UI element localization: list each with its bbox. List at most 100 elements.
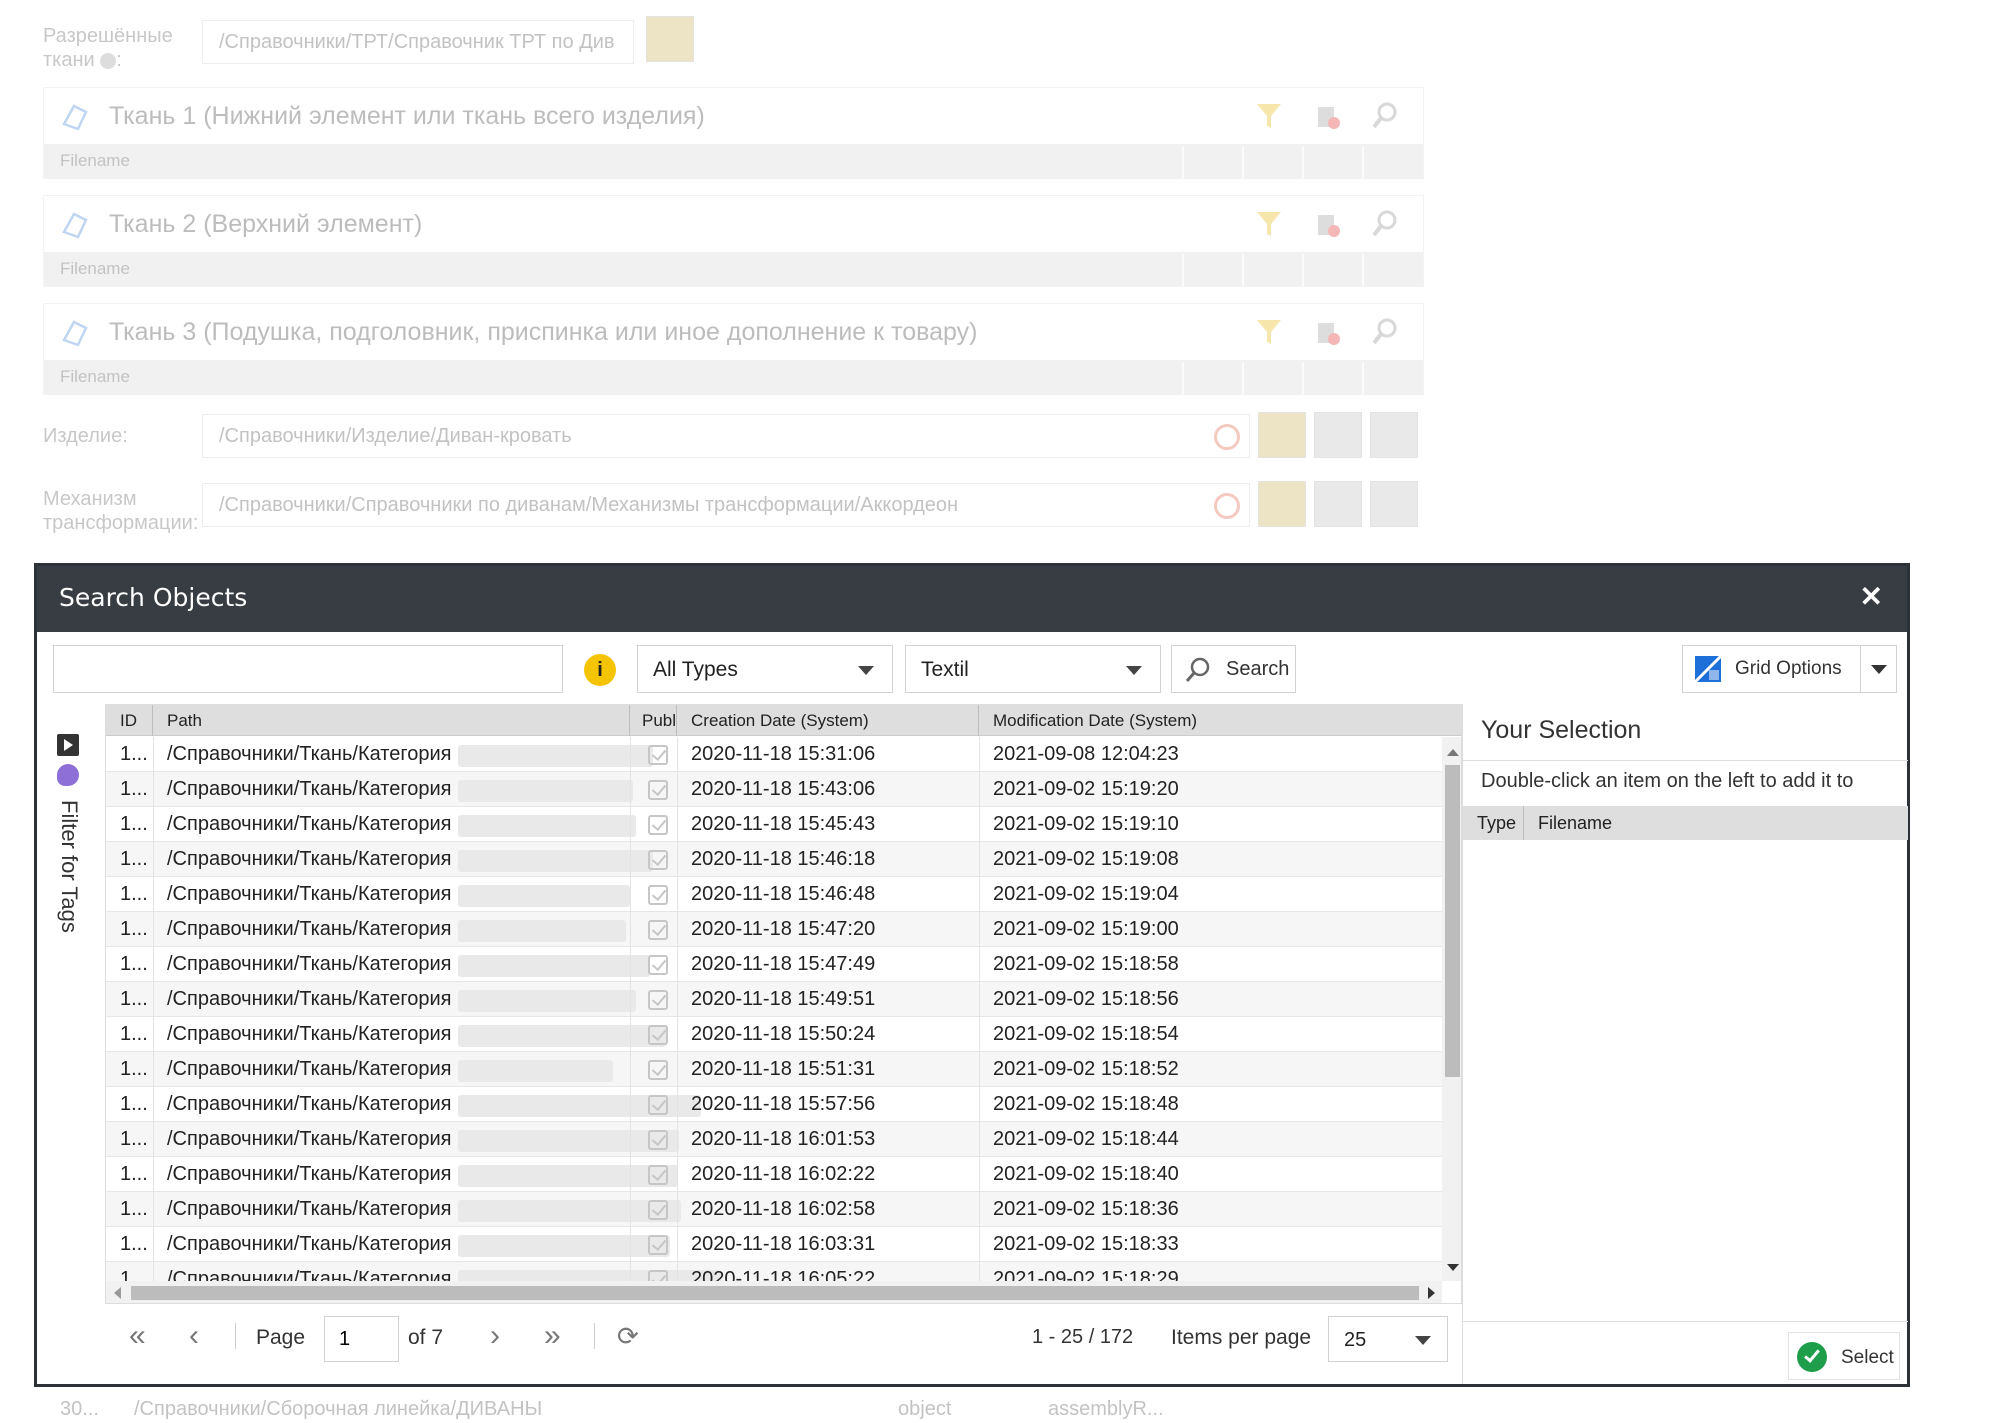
mechanism-field[interactable]: /Справочники/Справочники по диванам/Меха… [202,483,1250,527]
row-creation-date: 2020-11-18 16:03:31 [691,1233,876,1255]
table-row[interactable]: 1... /Справочники/Ткань/Категория 2020-11-… [106,877,1442,912]
chevron-down-icon[interactable] [1871,665,1887,674]
published-checkbox-icon [648,815,668,835]
search-icon[interactable] [1372,210,1398,238]
select-button[interactable]: Select [1788,1332,1900,1380]
items-per-page-dropdown[interactable]: 25 [1328,1316,1448,1362]
table-row[interactable]: 1... /Справочники/Ткань/Категория 2020-11-… [106,737,1442,772]
row-creation-date: 2020-11-18 15:57:56 [691,1093,876,1115]
fabric-panel-1: Ткань 1 (Нижний элемент или ткань всего … [43,87,1424,180]
published-cell [630,982,677,1017]
row-modification-date: 2021-09-02 15:18:33 [993,1233,1179,1255]
row-path: /Справочники/Ткань/Категория [167,1233,452,1255]
close-icon[interactable]: ✕ [1860,580,1883,613]
class-filter-dropdown[interactable]: Textil [905,645,1161,693]
previous-page-icon[interactable]: ‹ [189,1321,199,1351]
grid-options-button[interactable]: Grid Options [1682,645,1897,693]
table-row[interactable]: 1... /Справочники/Ткань/Категория 2020-11-… [106,807,1442,842]
column-header-creation-date[interactable]: Creation Date (System) [677,705,979,736]
refresh-icon[interactable]: ⟳ [617,1321,639,1351]
table-row[interactable]: 1... /Справочники/Ткань/Категория 2020-11-… [106,982,1442,1017]
row-id: 1... [120,813,148,835]
table-row[interactable]: 1... /Справочники/Ткань/Категория 2020-11-… [106,1017,1442,1052]
row-modification-date: 2021-09-08 12:04:23 [993,743,1179,765]
row-type: object [898,1398,952,1420]
allowed-fabrics-field[interactable]: /Справочники/ТРТ/Справочник ТРТ по Див [202,20,634,64]
search-icon[interactable] [1372,318,1398,346]
search-button[interactable] [1370,481,1418,527]
table-row[interactable]: 1... /Справочники/Ткань/Категория 2020-11-… [106,1157,1442,1192]
table-row[interactable]: 1... /Справочники/Ткань/Категория 2020-11-… [106,1227,1442,1262]
published-cell [630,807,677,842]
table-row[interactable]: 1... /Справочники/Ткань/Категория 2020-11-… [106,1087,1442,1122]
filter-icon[interactable] [1256,102,1282,130]
selection-column-type[interactable]: Type [1477,813,1516,834]
column-divider [630,737,631,1281]
column-divider [677,737,678,1281]
table-row[interactable]: 1... /Справочники/Ткань/Категория 2020-11-… [106,1192,1442,1227]
locate-icon[interactable] [1214,493,1240,519]
first-page-icon[interactable]: « [129,1321,146,1351]
upload-folder-button[interactable] [646,16,694,62]
table-row[interactable]: 1... /Справочники/Ткань/Категория 2020-11-… [106,772,1442,807]
row-path: /Справочники/Ткань/Категория [167,778,452,800]
row-id: 1... [120,918,148,940]
published-cell [630,1262,677,1281]
locate-icon[interactable] [1214,424,1240,450]
upload-folder-button[interactable] [1258,412,1306,458]
column-header-id[interactable]: ID [106,705,153,736]
selection-hint: Double-click an item on the left to add … [1481,770,1854,792]
search-button[interactable] [1370,412,1418,458]
row-id: 30... [60,1398,99,1420]
checkmark-icon [1797,1342,1827,1372]
info-icon[interactable]: i [584,654,616,686]
table-row[interactable]: 1... /Справочники/Ткань/Категория 2020-11-… [106,1122,1442,1157]
vertical-scrollbar[interactable] [1442,737,1461,1281]
expand-icon[interactable] [57,734,79,756]
fabric-panel-3: Ткань 3 (Подушка, подголовник, приспинка… [43,303,1424,396]
column-header-published[interactable]: Publis [630,705,677,736]
horizontal-scrollbar[interactable] [106,1281,1442,1303]
row-modification-date: 2021-09-02 15:18:54 [993,1023,1179,1045]
delete-button[interactable] [1314,481,1362,527]
panel-title: Ткань 1 (Нижний элемент или ткань всего … [109,102,705,130]
scrollbar-thumb[interactable] [131,1286,1419,1300]
next-page-icon[interactable]: › [490,1321,500,1351]
search-icon[interactable] [1372,102,1398,130]
column-header-modification-date[interactable]: Modification Date (System) [979,705,1461,736]
results-grid: ID Path Publis Creation Date (System) Mo… [105,704,1462,1304]
delete-button[interactable] [1314,412,1362,458]
filter-for-tags-label[interactable]: Filter for Tags [56,800,82,933]
page-number-input[interactable] [324,1316,399,1362]
search-input[interactable] [53,645,563,693]
row-path: /Справочники/Ткань/Категория [167,1023,452,1045]
filter-icon[interactable] [1256,318,1282,346]
scrollbar-thumb[interactable] [1445,765,1460,1077]
last-page-icon[interactable]: » [544,1321,561,1351]
clear-icon[interactable] [1314,102,1340,130]
row-id: 1... [120,1198,148,1220]
row-creation-date: 2020-11-18 15:50:24 [691,1023,876,1045]
table-row[interactable]: 1... /Справочники/Ткань/Категория 2020-11-… [106,842,1442,877]
column-header-path[interactable]: Path [153,705,630,736]
published-cell [630,1157,677,1192]
redacted-path-segment [458,955,650,977]
table-row[interactable]: 1/Справочники/Ткань/Категория 2020-11-18 … [106,1262,1442,1281]
chevron-down-icon [1126,666,1142,675]
items-per-page-label: Items per page [1171,1326,1312,1349]
selection-column-filename[interactable]: Filename [1538,813,1612,834]
product-field[interactable]: /Справочники/Изделие/Диван-кровать [202,414,1250,458]
clear-icon[interactable] [1314,210,1340,238]
table-row[interactable]: 1... /Справочники/Ткань/Категория 2020-11-… [106,1052,1442,1087]
row-creation-date: 2020-11-18 16:01:53 [691,1128,876,1150]
search-button-label: Search [1226,658,1290,680]
table-row[interactable]: 1... /Справочники/Ткань/Категория 2020-11-… [106,947,1442,982]
row-creation-date: 2020-11-18 15:45:43 [691,813,876,835]
upload-folder-button[interactable] [1258,481,1306,527]
published-checkbox-icon [648,1200,668,1220]
filter-icon[interactable] [1256,210,1282,238]
table-row[interactable]: 1... /Справочники/Ткань/Категория 2020-11-… [106,912,1442,947]
clear-icon[interactable] [1314,318,1340,346]
search-button[interactable]: Search [1171,645,1296,693]
type-filter-dropdown[interactable]: All Types [637,645,893,693]
